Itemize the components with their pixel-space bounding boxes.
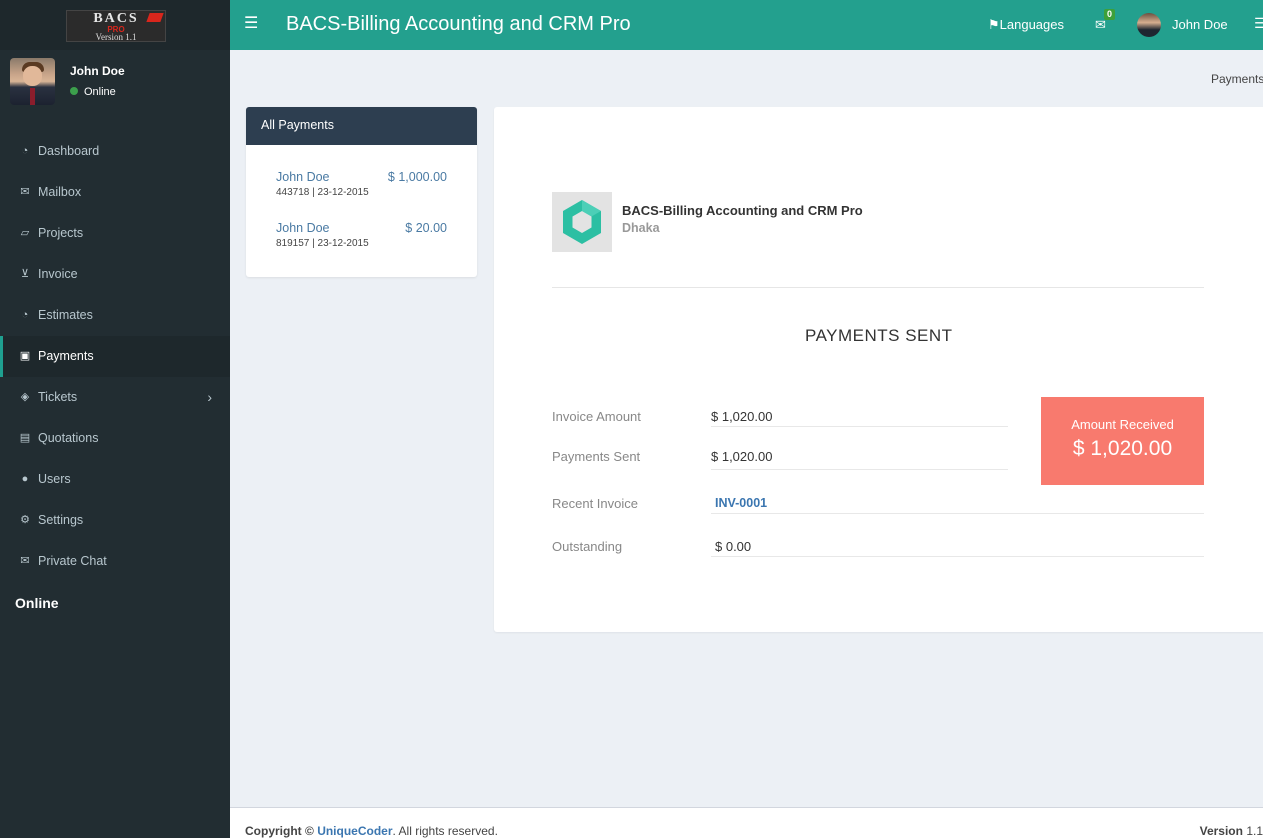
company-logo: [552, 192, 612, 252]
copyright: Copyright © UniqueCoder. All rights rese…: [245, 824, 498, 838]
all-payments-title: All Payments: [246, 107, 477, 145]
sidebar-item-label: Invoice: [38, 267, 78, 281]
amount-received-box: Amount Received $ 1,020.00: [1041, 397, 1204, 485]
company-city: Dhaka: [622, 221, 660, 235]
recent-invoice-link[interactable]: INV-0001: [715, 496, 767, 510]
sidebar-item-tickets[interactable]: ◈ Tickets ›: [0, 377, 230, 418]
user-name: John Doe: [70, 64, 125, 78]
payment-amount: $ 1,000.00: [387, 170, 447, 184]
sidebar-toggle-icon[interactable]: ☰: [244, 13, 258, 33]
footer: Copyright © UniqueCoder. All rights rese…: [230, 807, 1263, 838]
sidebar-item-invoice[interactable]: ⊻ Invoice: [0, 254, 230, 295]
sidebar-item-quotations[interactable]: ▤ Quotations: [0, 418, 230, 459]
outstanding-label: Outstanding: [552, 539, 623, 554]
sidebar-item-label: Payments: [38, 349, 94, 363]
sidebar-item-label: Estimates: [38, 308, 93, 322]
chevron-right-icon: ›: [207, 389, 212, 405]
ticket-icon: ◈: [20, 391, 30, 403]
sidebar-menu: ◔ Dashboard ✉ Mailbox ▱ Projects ⊻ Invoice ◔…: [0, 131, 230, 582]
divider: [552, 287, 1204, 288]
company-link[interactable]: UniqueCoder: [317, 824, 392, 838]
sidebar-item-label: Quotations: [38, 431, 99, 445]
user-status-text: Online: [84, 86, 116, 98]
payments-sent-heading: PAYMENTS SENT: [805, 326, 953, 345]
payment-meta: 443718 | 23-12-2015: [276, 187, 369, 198]
sidebar-item-mailbox[interactable]: ✉ Mailbox: [0, 172, 230, 213]
sidebar-item-label: Users: [38, 472, 71, 486]
payment-amount: $ 20.00: [405, 221, 447, 235]
version-number: 1.1: [1246, 824, 1263, 838]
dashboard-icon: ◔: [21, 145, 29, 157]
sidebar-item-private-chat[interactable]: ✉ Private Chat: [0, 541, 230, 582]
online-section-label: Online: [15, 595, 59, 611]
breadcrumb[interactable]: Payments: [1211, 72, 1263, 86]
all-payments-box: All Payments John Doe $ 1,000.00 443718 …: [246, 107, 477, 277]
outstanding-value: $ 0.00: [715, 539, 752, 554]
invoice-amount-label: Invoice Amount: [552, 409, 641, 424]
payment-client-name[interactable]: John Doe: [276, 221, 330, 235]
dashboard-icon: ◔: [21, 309, 29, 321]
app-title: BACS-Billing Accounting and CRM Pro: [286, 13, 631, 35]
languages-label: Languages: [999, 17, 1064, 32]
users-icon: ●: [21, 473, 29, 485]
header-user-name[interactable]: John Doe: [1172, 17, 1228, 32]
envelope-icon: ✉: [20, 555, 30, 567]
online-dot-icon: [70, 87, 78, 95]
sidebar-item-users[interactable]: ● Users: [0, 459, 230, 500]
invoice-amount-value: $ 1,020.00: [711, 409, 773, 424]
mail-count-badge: 0: [1104, 9, 1116, 20]
header-avatar[interactable]: [1137, 13, 1161, 37]
divider: [711, 469, 1008, 470]
folder-open-icon: ▱: [20, 227, 30, 239]
version-label: Version: [1199, 824, 1243, 838]
divider: [711, 513, 1204, 514]
top-header: ☰ BACS-Billing Accounting and CRM Pro ⚑L…: [230, 0, 1263, 50]
sidebar-item-dashboard[interactable]: ◔ Dashboard: [0, 131, 230, 172]
amount-received-label: Amount Received: [1071, 417, 1174, 432]
sidebar-item-label: Mailbox: [38, 185, 82, 199]
sidebar-item-label: Tickets: [38, 390, 78, 404]
payments-sent-value: $ 1,020.00: [711, 449, 773, 464]
company-name: BACS-Billing Accounting and CRM Pro: [622, 203, 863, 218]
sidebar-item-payments[interactable]: ▣ Payments: [0, 336, 230, 377]
copyright-prefix: Copyright ©: [245, 824, 314, 838]
user-status: Online: [70, 86, 116, 98]
avatar: [10, 58, 55, 105]
gears-icon: ⚙: [20, 514, 30, 526]
list-item[interactable]: John Doe $ 1,000.00 443718 | 23-12-2015: [276, 170, 447, 210]
payment-meta: 819157 | 23-12-2015: [276, 238, 369, 249]
rights-text: . All rights reserved.: [392, 824, 498, 838]
hexagon-logo-icon: [563, 200, 601, 244]
version-info: Version 1.1: [1200, 824, 1263, 838]
sidebar-item-label: Dashboard: [38, 144, 100, 158]
sidebar-item-projects[interactable]: ▱ Projects: [0, 213, 230, 254]
envelope-icon: ✉: [20, 186, 30, 198]
divider: [711, 556, 1204, 557]
list-item[interactable]: John Doe $ 20.00 819157 | 23-12-2015: [276, 221, 447, 261]
payments-sent-label: Payments Sent: [552, 449, 641, 464]
logo-area: BACS PRO Version 1.1: [0, 0, 230, 50]
payment-detail-panel: BACS-Billing Accounting and CRM Pro Dhak…: [494, 107, 1263, 632]
brand-logo[interactable]: BACS PRO Version 1.1: [66, 10, 166, 42]
amount-received-value: $ 1,020.00: [1072, 437, 1173, 460]
user-panel: John Doe Online: [10, 58, 220, 108]
files-icon: ▤: [19, 432, 31, 444]
logo-version: Version 1.1: [95, 32, 137, 42]
sidebar-item-estimates[interactable]: ◔ Estimates: [0, 295, 230, 336]
sidebar-item-label: Private Chat: [38, 554, 107, 568]
flag-icon: ⚑: [988, 17, 1000, 32]
sidebar: BACS PRO Version 1.1 John Doe Online ◔ Da…: [0, 0, 230, 838]
sidebar-item-label: Projects: [38, 226, 84, 240]
payment-client-name[interactable]: John Doe: [276, 170, 330, 184]
recent-invoice-label: Recent Invoice: [552, 496, 638, 511]
money-icon: ▣: [19, 350, 31, 362]
languages-menu[interactable]: ⚑Languages: [988, 17, 1064, 33]
cart-icon: ⊻: [20, 268, 30, 280]
divider: [711, 426, 1008, 427]
control-sidebar-icon[interactable]: ☰: [1254, 15, 1263, 32]
sidebar-item-label: Settings: [38, 513, 84, 527]
sidebar-item-settings[interactable]: ⚙ Settings: [0, 500, 230, 541]
